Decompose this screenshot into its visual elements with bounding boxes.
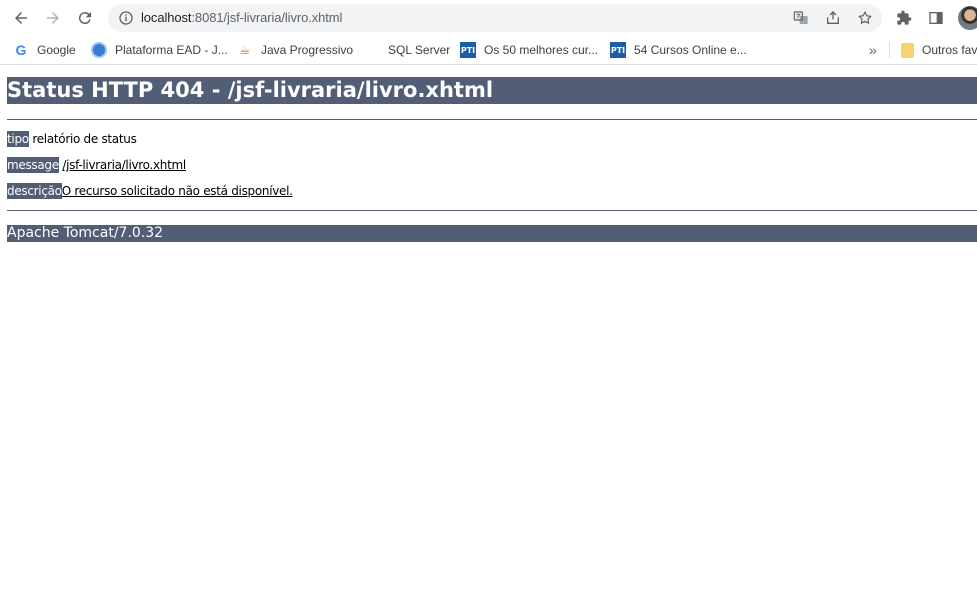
bookmark-label: Java Progressivo xyxy=(261,43,354,57)
url-path: :8081/jsf-livraria/livro.xhtml xyxy=(191,10,343,25)
url-text[interactable]: localhost:8081/jsf-livraria/livro.xhtml xyxy=(141,10,342,25)
folder-icon xyxy=(901,42,914,58)
share-button[interactable] xyxy=(824,9,842,27)
arrow-left-icon xyxy=(15,12,27,24)
bookmark-java-progressivo[interactable]: ☕ Java Progressivo xyxy=(237,41,353,59)
bookmark-sql-server[interactable]: SQL Server xyxy=(364,41,450,59)
bookmark-label: SQL Server xyxy=(388,43,451,57)
bookmark-google[interactable]: G Google xyxy=(13,41,76,59)
divider xyxy=(7,210,977,211)
bookmarks-overflow-chevron-icon[interactable]: » xyxy=(869,42,877,58)
bookmarks-bar: G Google Plataforma EAD - J... ☕ Java Pr… xyxy=(0,36,977,65)
address-bar[interactable]: localhost:8081/jsf-livraria/livro.xhtml xyxy=(108,4,882,32)
bookmark-label: Google xyxy=(37,43,76,57)
microsoft-icon xyxy=(364,42,380,58)
url-host: localhost xyxy=(141,10,192,25)
description-row: descriçãoO recurso solicitado não está d… xyxy=(7,183,293,199)
bookmark-label: Outros fav xyxy=(922,43,977,57)
page-title: Status HTTP 404 - /jsf-livraria/livro.xh… xyxy=(7,77,977,104)
profile-avatar[interactable] xyxy=(958,6,977,30)
type-row: tipo relatório de status xyxy=(7,131,137,147)
browser-toolbar: localhost:8081/jsf-livraria/livro.xhtml xyxy=(0,0,977,36)
info-icon[interactable] xyxy=(118,10,134,26)
bookmark-star-button[interactable] xyxy=(856,9,874,27)
bookmark-label: Os 50 melhores cur... xyxy=(484,43,599,57)
bookmark-label: 54 Cursos Online e... xyxy=(634,43,747,57)
bookmark-other-folder[interactable]: Outros fav xyxy=(901,41,977,59)
type-label: tipo xyxy=(7,131,29,147)
ead-icon xyxy=(91,42,107,58)
bookmarks-divider xyxy=(889,42,890,58)
side-panel-icon xyxy=(929,12,943,24)
translate-icon xyxy=(793,11,808,24)
message-value: /jsf-livraria/livro.xhtml xyxy=(62,158,186,172)
reload-icon xyxy=(78,12,91,25)
google-icon: G xyxy=(15,42,27,58)
message-row: message /jsf-livraria/livro.xhtml xyxy=(7,157,186,173)
bookmark-plataforma-ead[interactable]: Plataforma EAD - J... xyxy=(91,41,228,59)
description-value: O recurso solicitado não está disponível… xyxy=(61,184,293,198)
translate-button[interactable] xyxy=(792,9,810,27)
java-icon: ☕ xyxy=(239,42,251,57)
arrow-right-icon xyxy=(47,12,59,24)
description-label: descrição xyxy=(7,183,62,199)
server-footer: Apache Tomcat/7.0.32 xyxy=(7,225,977,242)
share-icon xyxy=(827,11,839,24)
reload-button[interactable] xyxy=(72,6,98,30)
extensions-button[interactable] xyxy=(894,8,914,28)
star-icon xyxy=(858,11,872,24)
bookmark-label: Plataforma EAD - J... xyxy=(115,43,228,57)
type-value: relatório de status xyxy=(32,132,137,146)
side-panel-button[interactable] xyxy=(926,8,946,28)
puzzle-icon xyxy=(897,10,912,25)
bookmark-54-cursos[interactable]: PTI 54 Cursos Online e... xyxy=(610,41,747,59)
pti-icon: PTI xyxy=(610,42,626,58)
bookmark-os-50-melhores[interactable]: PTI Os 50 melhores cur... xyxy=(460,41,598,59)
forward-button[interactable] xyxy=(40,6,66,30)
message-label: message xyxy=(7,157,59,173)
divider xyxy=(7,119,977,120)
back-button[interactable] xyxy=(8,6,34,30)
error-page: Status HTTP 404 - /jsf-livraria/livro.xh… xyxy=(7,77,977,242)
pti-icon: PTI xyxy=(460,42,476,58)
